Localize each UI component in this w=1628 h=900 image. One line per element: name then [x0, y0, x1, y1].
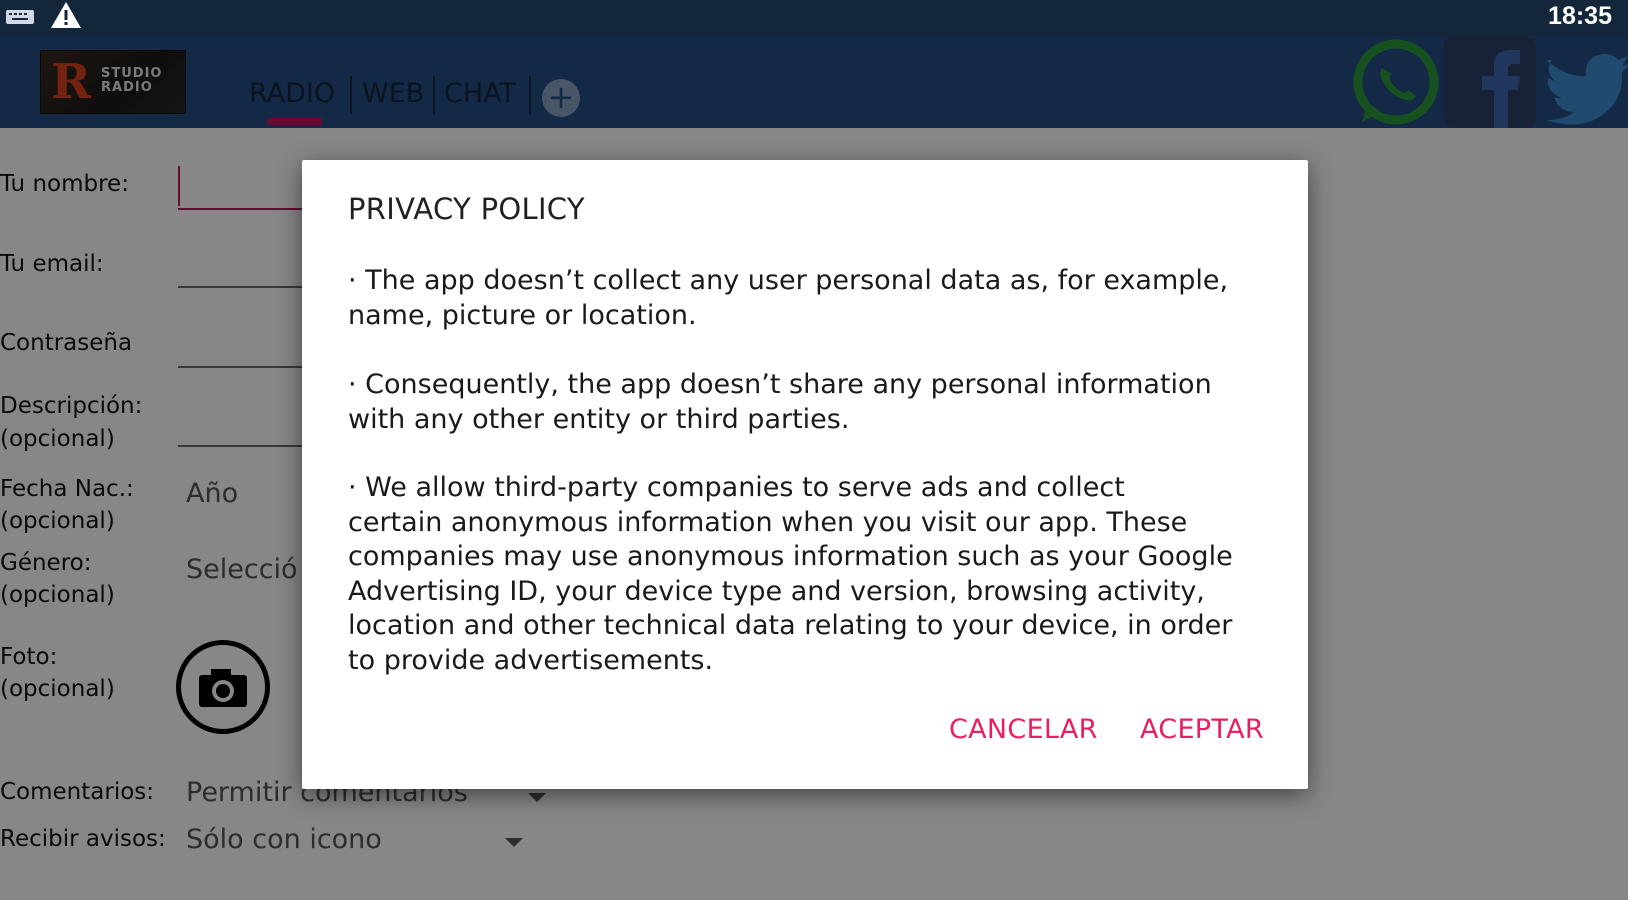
accept-button[interactable]: ACEPTAR [1140, 714, 1264, 745]
cancel-button[interactable]: CANCELAR [949, 714, 1098, 745]
policy-paragraph-3: · We allow third-party companies to serv… [348, 471, 1258, 679]
policy-line: · We allow third-party companies to serv… [348, 472, 1125, 503]
status-time: 18:35 [1548, 2, 1612, 30]
policy-line: with any other entity or third parties. [348, 403, 850, 435]
policy-line: name, picture or location. [348, 299, 697, 331]
privacy-policy-dialog: PRIVACY POLICY · The app doesn’t collect… [302, 160, 1308, 789]
policy-line: Advertising ID, your device type and ver… [348, 575, 1205, 607]
policy-paragraph-2: · Consequently, the app doesn’t share an… [348, 368, 1258, 437]
policy-line: · The app doesn’t collect any user perso… [348, 265, 1229, 296]
warning-icon [51, 2, 81, 28]
policy-line: certain anonymous information when you v… [348, 506, 1188, 538]
policy-line: to provide advertisements. [348, 644, 714, 676]
status-bar: 18:35 [0, 0, 1628, 36]
keyboard-icon [6, 10, 34, 24]
policy-line: · Consequently, the app doesn’t share an… [348, 369, 1212, 400]
dialog-title: PRIVACY POLICY [348, 192, 585, 226]
policy-line: location and other technical data relati… [348, 610, 1233, 642]
policy-line: companies may use anonymous information … [348, 541, 1233, 573]
policy-paragraph-1: · The app doesn’t collect any user perso… [348, 264, 1258, 333]
